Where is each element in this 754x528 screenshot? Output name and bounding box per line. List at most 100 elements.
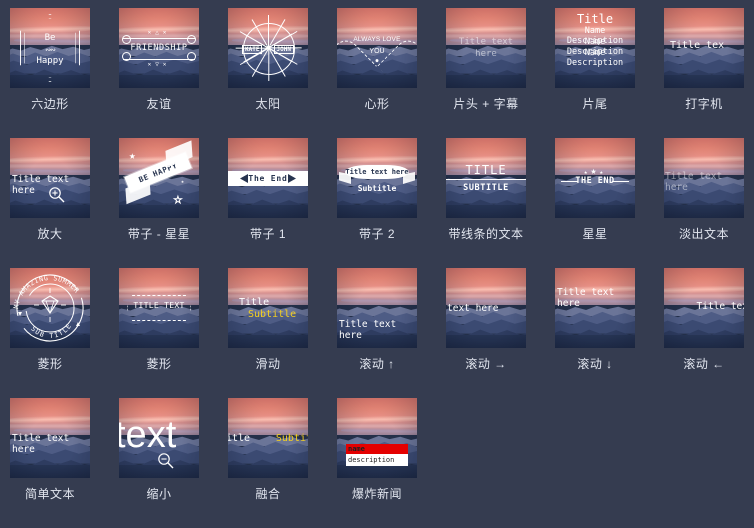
- template-cell-blend[interactable]: itle Subtit 融合: [228, 398, 337, 528]
- overlay-typewriter: Title tex: [664, 8, 744, 88]
- template-label-scroll-up: 滚动 ↑: [359, 357, 395, 371]
- thumbnail-ribbon-2[interactable]: Title text here Subtitle: [337, 138, 417, 218]
- template-cell-scroll-up[interactable]: Title text here 滚动 ↑: [337, 268, 446, 398]
- overlay-text: Title tex: [696, 301, 744, 312]
- thumbnail-zoom-out[interactable]: text: [119, 398, 199, 478]
- thumbnail-zoom-in[interactable]: Title text here: [10, 138, 90, 218]
- template-cell-ribbon-stars[interactable]: BE HAPPY ★ ★ ★ 带子 - 星星: [119, 138, 228, 268]
- template-label-diamond-dashed: 菱形: [146, 357, 172, 371]
- thumbnail-scroll-right[interactable]: text here: [446, 268, 526, 348]
- overlay-hexagon: Be ∾∾ Happy: [10, 8, 90, 88]
- template-label-scroll-left: 滚动 ←: [683, 357, 725, 371]
- overlay-text-line2: Happy: [36, 56, 64, 66]
- template-cell-simple-text[interactable]: Title text here 简单文本: [10, 398, 119, 528]
- overlay-subtitle: Subtitle: [357, 184, 397, 193]
- thumbnail-typewriter[interactable]: Title tex: [664, 8, 744, 88]
- knob-left-top: [122, 35, 131, 44]
- thumbnail-end-credits[interactable]: Title Name Description Name Description …: [555, 8, 635, 88]
- thumbnail-stars[interactable]: ★★★ THE END: [555, 138, 635, 218]
- template-cell-stars[interactable]: ★★★ THE END 星星: [555, 138, 664, 268]
- thumbnail-fade-text[interactable]: Title text here: [664, 138, 744, 218]
- overlay-zoom-in: Title text here: [10, 138, 90, 218]
- template-cell-breaking-news[interactable]: name description 爆炸新闻: [337, 398, 446, 528]
- thumbnail-simple-text[interactable]: Title text here: [10, 398, 90, 478]
- knob-left-bottom: [122, 52, 131, 61]
- overlay-text-main: FRIENDSHIP: [130, 43, 188, 53]
- template-label-ribbon-2: 带子 2: [358, 227, 395, 241]
- template-cell-intro-subtitle[interactable]: Title text here 片头 + 字幕: [446, 8, 555, 138]
- template-cell-heart[interactable]: ALWAYS LOVE YOU ● 心形: [337, 8, 446, 138]
- template-label-stars: 星星: [582, 227, 608, 241]
- heart-dot: ●: [375, 58, 379, 64]
- zigzag-ornament: ∾∾: [45, 46, 56, 54]
- overlay-end-credits: Title Name Description Name Description …: [555, 8, 635, 88]
- template-cell-diamond-dashed[interactable]: TITLE TEXT 菱形: [119, 268, 228, 398]
- overlay-blend: itle Subtit: [228, 398, 308, 478]
- template-cell-slide[interactable]: Title Subtitle 滑动: [228, 268, 337, 398]
- thumbnail-scroll-left[interactable]: Title tex: [664, 268, 744, 348]
- overlay-scroll-left: Title tex: [664, 268, 744, 348]
- template-cell-hexagon[interactable]: Be ∾∾ Happy 六边形: [10, 8, 119, 138]
- overlay-text-line2: YOU: [369, 48, 385, 55]
- template-cell-end-credits[interactable]: Title Name Description Name Description …: [555, 8, 664, 138]
- thumbnail-text-with-lines[interactable]: TITLE SUBTITLE: [446, 138, 526, 218]
- overlay-breaking-news: name description: [337, 398, 417, 478]
- template-label-zoom-in: 放大: [37, 227, 63, 241]
- overlay-fade-text: Title text here: [664, 138, 744, 218]
- overlay-credit-3: Name Description: [566, 48, 624, 68]
- thumbnail-breaking-news[interactable]: name description: [337, 398, 417, 478]
- template-label-end-credits: 片尾: [582, 97, 608, 111]
- knob-right-bottom: [187, 52, 196, 61]
- badge-circular-text: MY AMAZING SUMMER SUB TITLE: [12, 274, 84, 342]
- template-cell-ribbon-1[interactable]: The End 带子 1: [228, 138, 337, 268]
- template-cell-typewriter[interactable]: Title tex 打字机: [664, 8, 754, 138]
- divider-rule: [446, 179, 526, 181]
- thumbnail-blend[interactable]: itle Subtit: [228, 398, 308, 478]
- thumbnail-ribbon-stars[interactable]: BE HAPPY ★ ★ ★: [119, 138, 199, 218]
- template-cell-diamond-badge[interactable]: MY AMAZING SUMMER SUB TITLE 菱形: [10, 268, 119, 398]
- thumbnail-hexagon[interactable]: Be ∾∾ Happy: [10, 8, 90, 88]
- overlay-text-name1: KATE: [242, 45, 263, 54]
- template-cell-scroll-down[interactable]: Title text here 滚动 ↓: [555, 268, 664, 398]
- template-cell-scroll-right[interactable]: text here 滚动 →: [446, 268, 555, 398]
- overlay-slide: Title Subtitle: [228, 268, 308, 348]
- thumbnail-friendship[interactable]: ✕△✕ FRIENDSHIP ✕▽✕: [119, 8, 199, 88]
- thumbnail-diamond-badge[interactable]: MY AMAZING SUMMER SUB TITLE: [10, 268, 90, 348]
- overlay-text-with-lines: TITLE SUBTITLE: [446, 138, 526, 218]
- svg-text:MY AMAZING SUMMER: MY AMAZING SUMMER: [12, 274, 81, 309]
- template-cell-fade-text[interactable]: Title text here 淡出文本: [664, 138, 754, 268]
- overlay-heart: ALWAYS LOVE YOU ●: [337, 8, 417, 88]
- template-cell-zoom-in[interactable]: Title text here 放大: [10, 138, 119, 268]
- ornament-row-bottom: ✕▽✕: [147, 61, 171, 68]
- template-label-simple-text: 简单文本: [24, 487, 75, 501]
- thumbnail-diamond-dashed[interactable]: TITLE TEXT: [119, 268, 199, 348]
- overlay-text: Title text here: [12, 433, 70, 455]
- thumbnail-ribbon-1[interactable]: The End: [228, 138, 308, 218]
- thumbnail-heart[interactable]: ALWAYS LOVE YOU ●: [337, 8, 417, 88]
- template-label-fade-text: 淡出文本: [678, 227, 729, 241]
- template-grid: Be ∾∾ Happy 六边形 ✕△✕ FRIENDSHIP ✕▽✕ 友谊 KA…: [0, 0, 754, 528]
- template-cell-sun[interactable]: KATE JOHN 太阳: [228, 8, 337, 138]
- thumbnail-scroll-up[interactable]: Title text here: [337, 268, 417, 348]
- template-cell-zoom-out[interactable]: text 缩小: [119, 398, 228, 528]
- template-label-ribbon-stars: 带子 - 星星: [127, 227, 191, 241]
- template-cell-scroll-left[interactable]: Title tex 滚动 ←: [664, 268, 754, 398]
- template-label-zoom-out: 缩小: [146, 487, 172, 501]
- template-label-slide: 滑动: [255, 357, 281, 371]
- thumbnail-intro-subtitle[interactable]: Title text here: [446, 8, 526, 88]
- ribbon-banner: Title text here: [345, 165, 409, 179]
- overlay-zoom-out: text: [119, 398, 199, 478]
- thumbnail-scroll-down[interactable]: Title text here: [555, 268, 635, 348]
- template-cell-friendship[interactable]: ✕△✕ FRIENDSHIP ✕▽✕ 友谊: [119, 8, 228, 138]
- template-cell-text-with-lines[interactable]: TITLE SUBTITLE 带线条的文本: [446, 138, 555, 268]
- overlay-scroll-down: Title text here: [555, 268, 635, 348]
- thumbnail-sun[interactable]: KATE JOHN: [228, 8, 308, 88]
- template-cell-ribbon-2[interactable]: Title text here Subtitle 带子 2: [337, 138, 446, 268]
- template-label-scroll-right: 滚动 →: [465, 357, 507, 371]
- template-label-hexagon: 六边形: [31, 97, 69, 111]
- lower-third-description: description: [346, 454, 408, 466]
- overlay-scroll-up: Title text here: [337, 268, 417, 348]
- overlay-title: Title: [239, 297, 270, 308]
- template-label-blend: 融合: [255, 487, 281, 501]
- thumbnail-slide[interactable]: Title Subtitle: [228, 268, 308, 348]
